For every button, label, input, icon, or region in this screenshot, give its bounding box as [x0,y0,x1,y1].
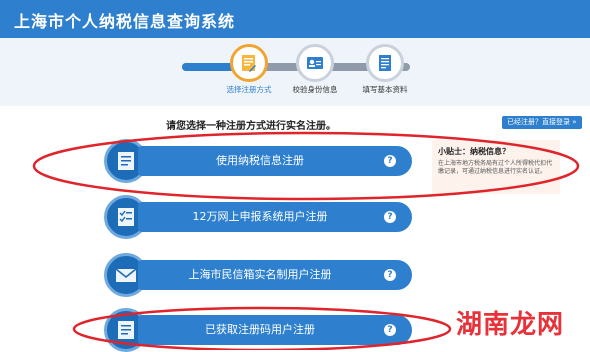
tip-text: 在上海市地方税务局有过个人所得税代扣代缴记录，可通过纳税信息进行实名认证。 [438,160,553,175]
step-2-circle [296,44,334,82]
step-1-circle [230,44,268,82]
tip-title: 小贴士：纳税信息？ [438,147,510,156]
option-label: 上海市民信箱实名制用户注册 [188,268,332,281]
checklist-icon [118,208,134,226]
login-link[interactable]: 已经注册？直接登录 » [502,116,582,129]
option-label: 已获取注册码用户注册 [205,323,315,336]
steps-band [0,38,590,106]
option-tax-info[interactable]: 使用纳税信息注册 ? [104,139,412,183]
app-title: 上海市个人纳税信息查询系统 [14,12,236,31]
help-icon[interactable]: ? [384,155,396,167]
step-2-label: 校验身份信息 [292,85,338,94]
id-card-icon [307,57,323,69]
step-1-label: 选择注册方式 [226,85,272,94]
document-icon [242,55,256,72]
option-citizen-mailbox[interactable]: 上海市民信箱实名制用户注册 ? [104,253,412,297]
help-icon[interactable]: ? [384,269,396,281]
help-icon[interactable]: ? [384,211,396,223]
tip-box: 小贴士：纳税信息？ 在上海市地方税务局有过个人所得税代扣代缴记录，可通过纳税信息… [432,140,560,194]
option-label: 使用纳税信息注册 [216,154,304,167]
register-prompt: 请您选择一种注册方式进行实名注册。 [166,121,336,132]
step-3-label: 填写基本资料 [362,85,408,94]
step-3-circle [366,44,404,82]
app-header: 上海市个人纳税信息查询系统 [0,0,590,38]
document-icon [118,321,134,339]
option-registration-code[interactable]: 已获取注册码用户注册 ? [104,308,412,352]
option-online-filing[interactable]: 12万网上申报系统用户注册 ? [104,195,412,239]
watermark-logo: 湖南龙网 [456,310,565,340]
help-icon[interactable]: ? [384,324,396,336]
option-label: 12万网上申报系统用户注册 [192,210,328,223]
document-icon [118,152,134,170]
envelope-icon [115,268,137,282]
form-icon [379,55,391,71]
